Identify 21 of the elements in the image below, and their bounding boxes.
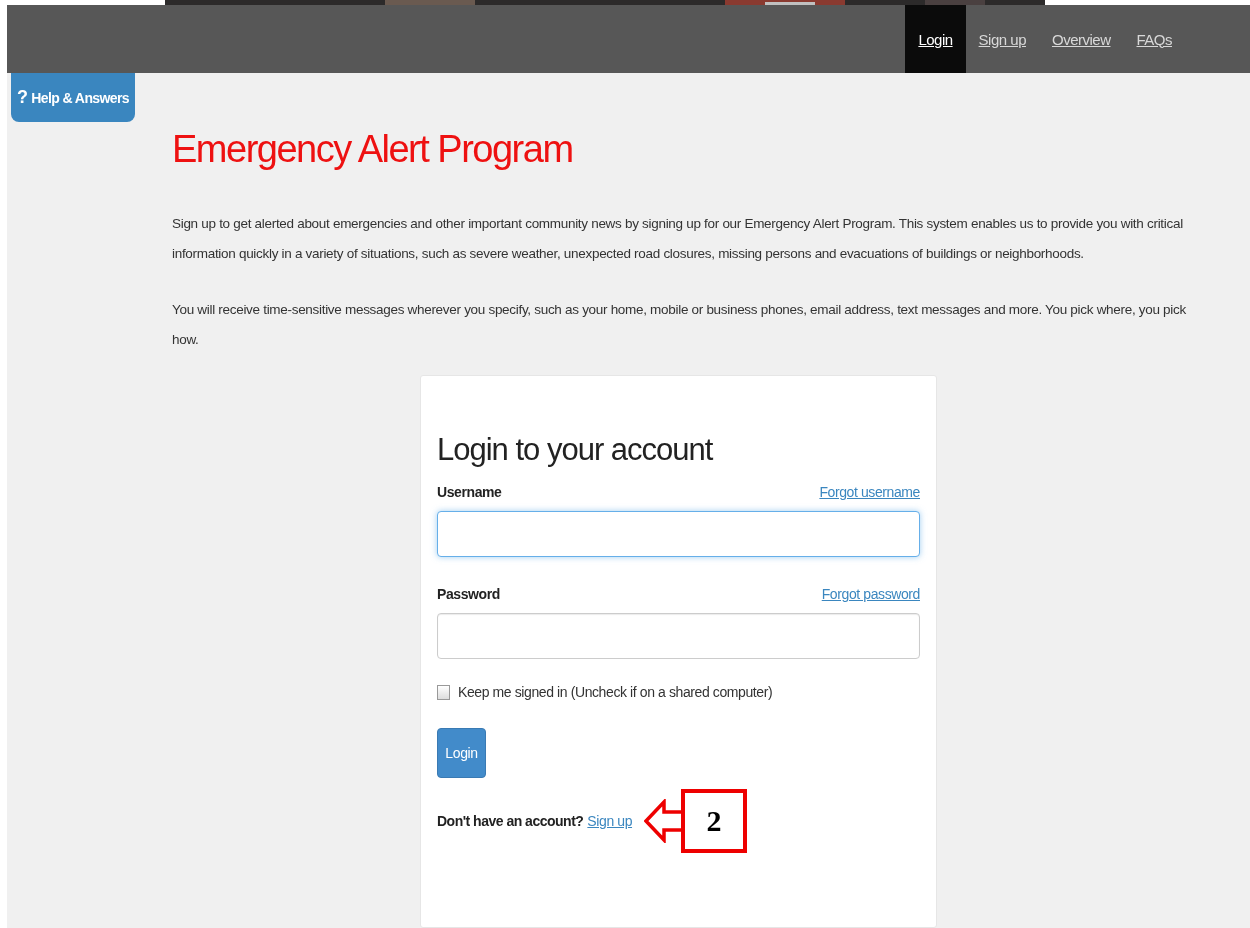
nav-link[interactable]: Overview <box>1038 5 1124 74</box>
forgot-link[interactable]: Forgot password <box>821 586 920 602</box>
intro-paragraph: Sign up to get alerted about emergencies and other important community news by signing up for our Emergency Alert Program. This system enables us to provide you with critical information quickly in a variety of situations, such as severe weather, unexpected road closures, missing persons and evacuations of buildings or neighborhoods. <box>172 215 1184 263</box>
help-tab[interactable]: ? Help & Answers <box>11 73 135 122</box>
field-label: Username <box>437 484 502 500</box>
input-field[interactable] <box>437 613 920 659</box>
card-title: Login to your account <box>437 432 714 468</box>
field-label: Password <box>437 586 500 602</box>
signup-prompt: Don't have an account? <box>437 813 584 829</box>
input-field[interactable] <box>437 511 920 557</box>
login-button[interactable]: Login <box>437 728 486 778</box>
nav-link[interactable]: FAQs <box>1123 5 1185 74</box>
signup-link[interactable]: Sign up <box>587 813 633 829</box>
forgot-link[interactable]: Forgot username <box>819 484 920 500</box>
checkbox-label: Keep me signed in (Uncheck if on a shared computer) <box>458 684 773 700</box>
page-title: Emergency Alert Program <box>172 128 574 171</box>
checkbox[interactable] <box>437 684 450 700</box>
callout-number: 2 <box>681 789 748 853</box>
intro-paragraph: You will receive time-sensitive messages wherever you specify, such as your home, mobile or business phones, email address, text messages and more. You pick where, you pick how. <box>172 301 1187 349</box>
nav-link[interactable]: Sign up <box>965 5 1039 74</box>
nav-link[interactable]: Login <box>905 5 966 74</box>
